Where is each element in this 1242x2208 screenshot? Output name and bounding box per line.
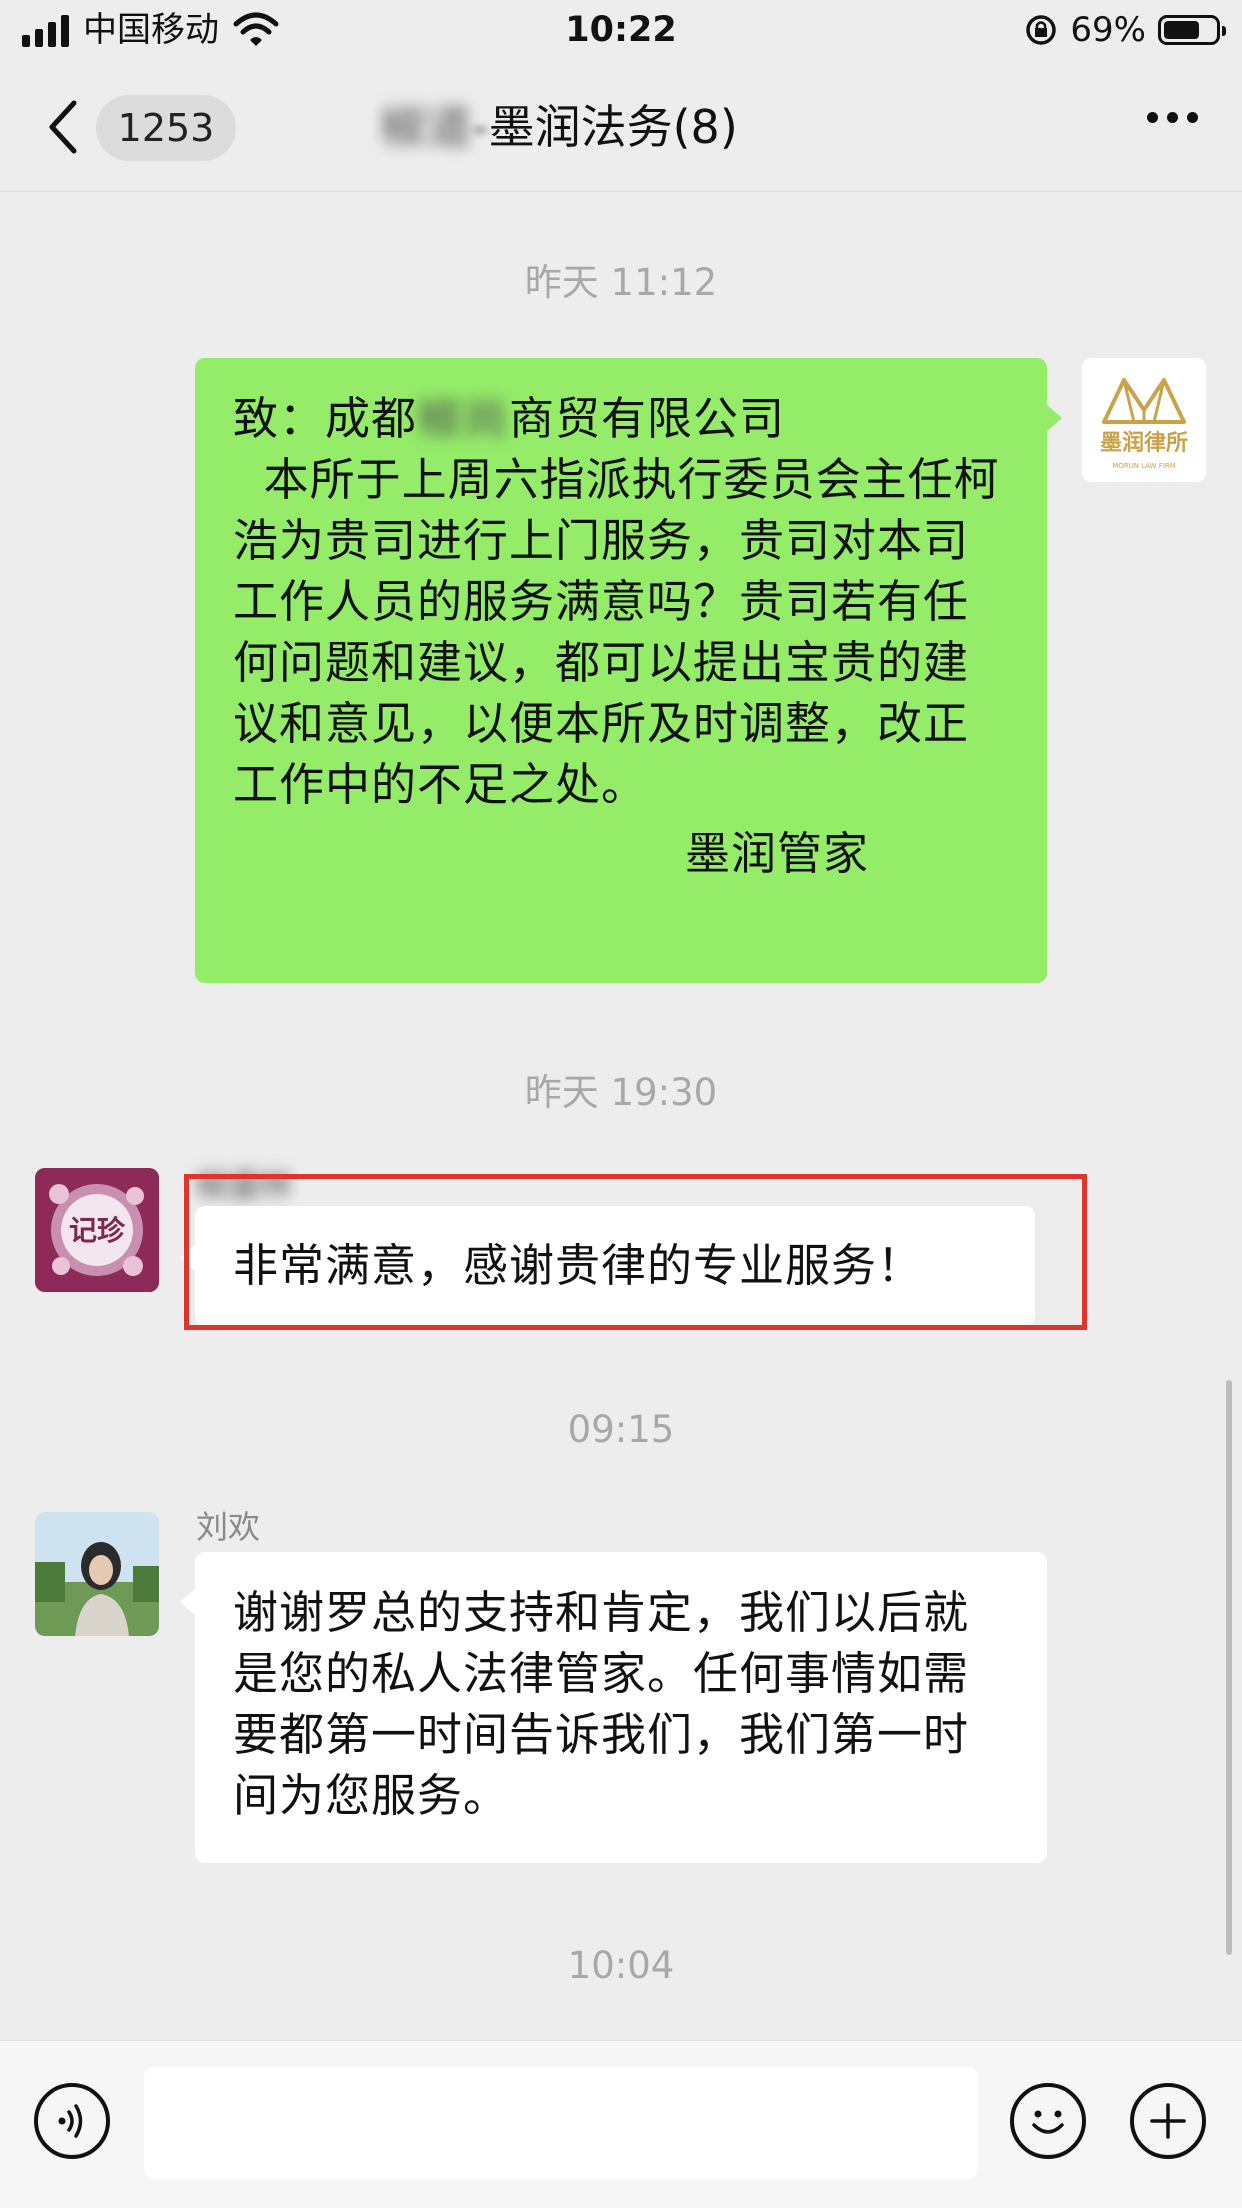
battery-level-fill <box>1164 21 1199 39</box>
battery-icon <box>1158 15 1226 45</box>
battery-percent: 69% <box>1070 10 1146 50</box>
message-text: 谢谢罗总的支持和肯定，我们以后就是您的私人法律管家。任何事情如需要都第一时间告诉… <box>233 1586 970 1822</box>
message-bubble-outgoing[interactable]: 致：成都椒尚商贸有限公司 本所于上周六指派执行委员会主任柯浩为贵司进行上门服务，… <box>195 358 1047 983</box>
timestamp: 昨天 19:30 <box>524 1071 718 1114</box>
chat-title-redacted: 椒道 <box>380 100 472 154</box>
plus-glyph <box>1150 2103 1186 2139</box>
portrait-avatar-icon <box>35 1512 159 1636</box>
chat-nav-bar: 1253 椒道-墨润法务(8) <box>0 62 1242 192</box>
more-dots-icon[interactable] <box>1147 112 1198 123</box>
timestamp: 昨天 11:12 <box>524 261 718 304</box>
message-recipient-redacted: 椒尚 <box>417 392 510 445</box>
chat-title[interactable]: 椒道-墨润法务(8) <box>380 92 920 162</box>
chat-title-separator: - <box>472 100 489 154</box>
message-signoff: 墨润管家 <box>684 827 869 880</box>
emoji-icon[interactable] <box>1010 2083 1086 2159</box>
timestamp: 10:04 <box>567 1944 675 1987</box>
message-bubble-incoming[interactable]: 谢谢罗总的支持和肯定，我们以后就是您的私人法律管家。任何事情如需要都第一时间告诉… <box>195 1552 1047 1863</box>
avatar-label: 墨润律所 <box>1100 430 1188 456</box>
message-recipient-prefix: 致：成都 <box>233 392 418 445</box>
smiley-glyph <box>1032 2110 1064 2134</box>
avatar-liu-huan[interactable] <box>35 1512 159 1636</box>
bubble-tail <box>1046 404 1062 432</box>
battery-tip <box>1222 26 1226 36</box>
plus-circle-icon[interactable] <box>1130 2083 1206 2159</box>
floral-avatar-icon: 记珍 <box>35 1168 159 1292</box>
timestamp: 09:15 <box>567 1408 675 1451</box>
status-bar: 中国移动 10:22 69% <box>0 0 1242 62</box>
highlight-annotation-box <box>184 1174 1087 1330</box>
message-body: 本所于上周六指派执行委员会主任柯浩为贵司进行上门服务，贵司对本司工作人员的服务满… <box>233 453 1000 811</box>
avatar-label: 记珍 <box>69 1214 126 1247</box>
message-text-input[interactable] <box>144 2067 978 2179</box>
voice-waves-glyph <box>58 2104 83 2138</box>
sender-name: 刘欢 <box>196 1508 261 1546</box>
unread-count-badge[interactable]: 1253 <box>96 95 236 161</box>
bubble-tail <box>180 1588 196 1616</box>
chevron-left-icon[interactable] <box>40 97 90 157</box>
voice-icon[interactable] <box>34 2083 110 2159</box>
law-firm-logo-icon: 墨润律所 MORUN LAW FIRM <box>1100 378 1188 470</box>
status-right: 69% <box>1024 8 1226 52</box>
avatar-sublabel: MORUN LAW FIRM <box>1112 462 1176 470</box>
avatar-customer[interactable]: 记珍 <box>35 1168 159 1292</box>
chat-title-text: 墨润法务(8) <box>488 100 738 154</box>
rotation-lock-icon <box>1026 15 1057 45</box>
message-input-bar <box>0 2040 1242 2208</box>
avatar-morun-law-firm[interactable]: 墨润律所 MORUN LAW FIRM <box>1082 358 1206 482</box>
chat-scrollbar[interactable] <box>1226 1380 1232 1955</box>
message-recipient-suffix: 商贸有限公司 <box>509 392 786 445</box>
